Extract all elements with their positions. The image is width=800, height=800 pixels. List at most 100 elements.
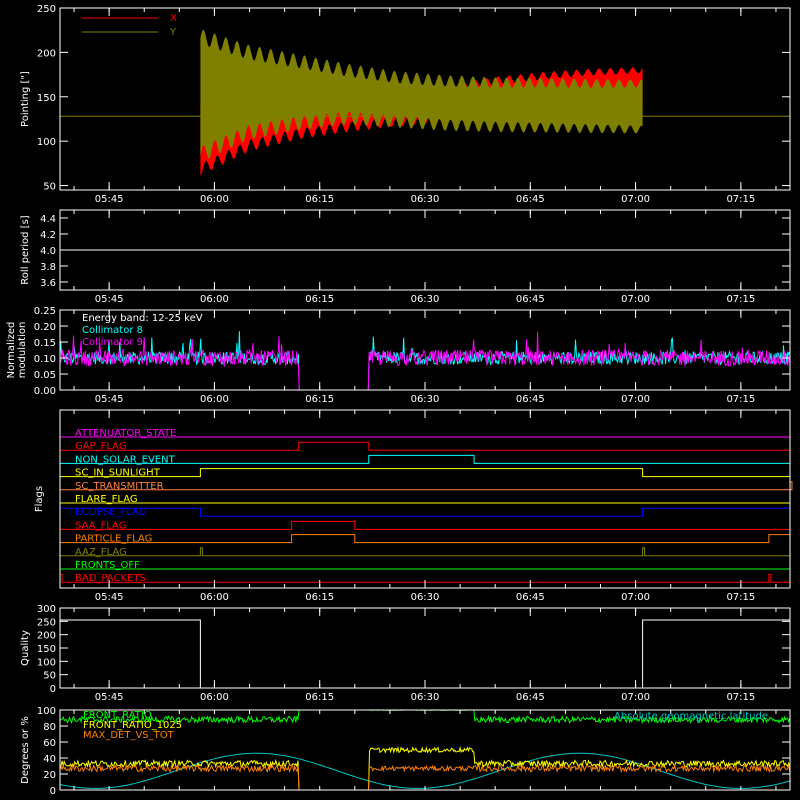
ratios-ytick-label: 0	[50, 786, 56, 797]
quality-xtick-label: 06:00	[200, 692, 229, 703]
quality-ytick-label: 250	[37, 617, 56, 628]
pointing-ylabel: Pointing ["]	[20, 71, 31, 127]
ratios-ytick-label: 20	[43, 770, 56, 781]
ratios-legend-latitude: Absolute geomagnetic latitude	[614, 711, 768, 722]
modulation-ytick-label: 0.25	[34, 306, 56, 317]
quality-xtick-label: 07:00	[621, 692, 650, 703]
modulation-ylabel-line1: Normalized	[6, 322, 17, 379]
flags-xtick-label: 06:45	[516, 592, 545, 603]
quality-panel: 0 50 100 150 200 250 300 05:45 06:00 06:15 06:30 06…	[20, 604, 791, 703]
roll-ylabel: Roll period [s]	[20, 215, 31, 284]
roll-xtick-label: 06:15	[305, 294, 334, 305]
modulation-xtick-label: 06:30	[411, 394, 440, 405]
modulation-annotation: Energy band: 12-25 keV	[82, 313, 203, 324]
quality-ytick-label: 300	[37, 604, 56, 615]
pointing-xtick-label: 06:15	[305, 194, 334, 205]
flags-xtick-label: 06:00	[200, 592, 229, 603]
roll-xtick-label: 06:45	[516, 294, 545, 305]
flags-xtick-label: 06:15	[305, 592, 334, 603]
roll-ytick-label: 4.4	[40, 214, 56, 225]
quality-ytick-label: 100	[37, 657, 56, 668]
pointing-ytick-label: 50	[43, 182, 56, 193]
flag-line-sc-in-sunlight	[60, 468, 790, 478]
quality-ytick-label: 200	[37, 631, 56, 642]
quality-ytick-label: 150	[37, 644, 56, 655]
modulation-ytick-label: 0.10	[34, 354, 56, 365]
modulation-legend-8: Collimator 8	[82, 325, 143, 336]
pointing-xtick-label: 07:15	[726, 194, 755, 205]
flags-xtick-label: 06:30	[411, 592, 440, 603]
ratios-legend-max-det-vs-tot: MAX_DET_VS_TOT	[83, 730, 175, 741]
flag-label-non-solar-event: NON_SOLAR_EVENT	[75, 454, 176, 465]
flags-panel: ATTENUATOR_STATE GAP_FLAG NON_SOLAR_EVENT S…	[34, 409, 793, 603]
flag-label-bad-packets: BAD_PACKETS	[75, 573, 146, 584]
flag-line-sc-transmitter	[60, 481, 793, 491]
pointing-ytick-label: 150	[37, 93, 56, 104]
quality-xtick-label: 05:45	[95, 692, 124, 703]
plot-canvas: 05:45 06:00 06:15 06:30 06:45 07:00 07:15 50 100…	[6, 4, 793, 797]
quality-xtick-label: 06:15	[305, 692, 334, 703]
roll-xtick-label: 07:15	[726, 294, 755, 305]
modulation-ylabel-line2: modulation	[17, 322, 28, 379]
roll-xtick-label: 06:00	[200, 294, 229, 305]
flag-line-eclipse-flag	[59, 507, 791, 517]
quality-xtick-label: 07:15	[726, 692, 755, 703]
quality-ylabel: Quality	[20, 630, 31, 666]
flag-label-particle-flag: PARTICLE_FLAG	[75, 534, 152, 545]
flags-xtick-label: 07:00	[621, 592, 650, 603]
ratios-ylabel: Degrees or %	[20, 716, 31, 784]
roll-ytick-label: 3.6	[40, 278, 56, 289]
roll-ytick-label: 3.8	[40, 262, 56, 273]
flag-label-flare-flag: FLARE_FLAG	[75, 494, 138, 505]
quality-xtick-label: 06:30	[411, 692, 440, 703]
ratios-ytick-label: 80	[43, 722, 56, 733]
pointing-xtick-label: 05:45	[95, 194, 124, 205]
pointing-xtick-label: 06:30	[411, 194, 440, 205]
modulation-xtick-label: 06:15	[305, 394, 334, 405]
quality-ytick-label: 0	[50, 684, 56, 695]
flags-xtick-label: 05:45	[95, 592, 124, 603]
flag-label-saa-flag: SAA_FLAG	[75, 520, 126, 531]
modulation-xtick-label: 07:15	[726, 394, 755, 405]
flag-label-sc-transmitter: SC_TRANSMITTER	[75, 481, 164, 492]
hessi-observing-summary: 05:45 06:00 06:15 06:30 06:45 07:00 07:15 50 100…	[0, 0, 800, 800]
legend-label-y: Y	[169, 27, 177, 38]
pointing-ytick-label: 100	[37, 137, 56, 148]
flag-label-fronts-off: FRONTS_OFF	[75, 560, 140, 571]
modulation-xtick-label: 05:45	[95, 394, 124, 405]
flag-label-sc-in-sunlight: SC_IN_SUNLIGHT	[75, 468, 161, 479]
pointing-xtick-label: 07:00	[621, 194, 650, 205]
flags-ylabel: Flags	[34, 486, 45, 512]
flag-line-aaz-flag	[60, 547, 790, 557]
flag-label-gap-flag: GAP_FLAG	[75, 441, 127, 452]
pointing-panel: 05:45 06:00 06:15 06:30 06:45 07:00 07:15 50 100…	[20, 4, 791, 205]
modulation-xtick-label: 07:00	[621, 394, 650, 405]
roll-xtick-label: 06:30	[411, 294, 440, 305]
flags-xtick-label: 07:15	[726, 592, 755, 603]
quality-ytick-label: 50	[43, 671, 56, 682]
quality-xtick-label: 06:45	[516, 692, 545, 703]
ratios-ytick-label: 60	[43, 738, 56, 749]
modulation-ytick-label: 0.05	[34, 370, 56, 381]
modulation-xtick-label: 06:45	[516, 394, 545, 405]
flag-line-particle-flag	[60, 534, 791, 544]
modulation-panel: 05:45 06:00 06:15 06:30 06:45 07:00 07:15 0.00 0…	[6, 306, 791, 405]
pointing-xtick-label: 06:45	[516, 194, 545, 205]
flag-label-eclipse-flag: ECLIPSE_FLAG	[75, 507, 146, 518]
modulation-ytick-label: 0.20	[34, 322, 56, 333]
pointing-ytick-label: 200	[37, 48, 56, 59]
ratios-ytick-label: 40	[43, 754, 56, 765]
modulation-legend-9: Collimator 9	[82, 337, 143, 348]
legend-label-x: X	[170, 13, 177, 24]
roll-xtick-label: 05:45	[95, 294, 124, 305]
modulation-ytick-label: 0.00	[34, 386, 56, 397]
pointing-xtick-label: 06:00	[200, 194, 229, 205]
pointing-ytick-label: 250	[37, 4, 56, 15]
modulation-ytick-label: 0.15	[34, 338, 56, 349]
roll-ytick-label: 4.2	[40, 230, 56, 241]
roll-xtick-label: 07:00	[621, 294, 650, 305]
flag-label-attenuator-state: ATTENUATOR_STATE	[75, 428, 176, 439]
flag-line-saa-flag	[60, 520, 790, 530]
roll-ytick-label: 4.0	[40, 246, 56, 257]
roll-period-panel: 3.6 3.8 4.0 4.2 4.4 05:45 06:00 06:15 06:30 06:45…	[20, 209, 791, 305]
